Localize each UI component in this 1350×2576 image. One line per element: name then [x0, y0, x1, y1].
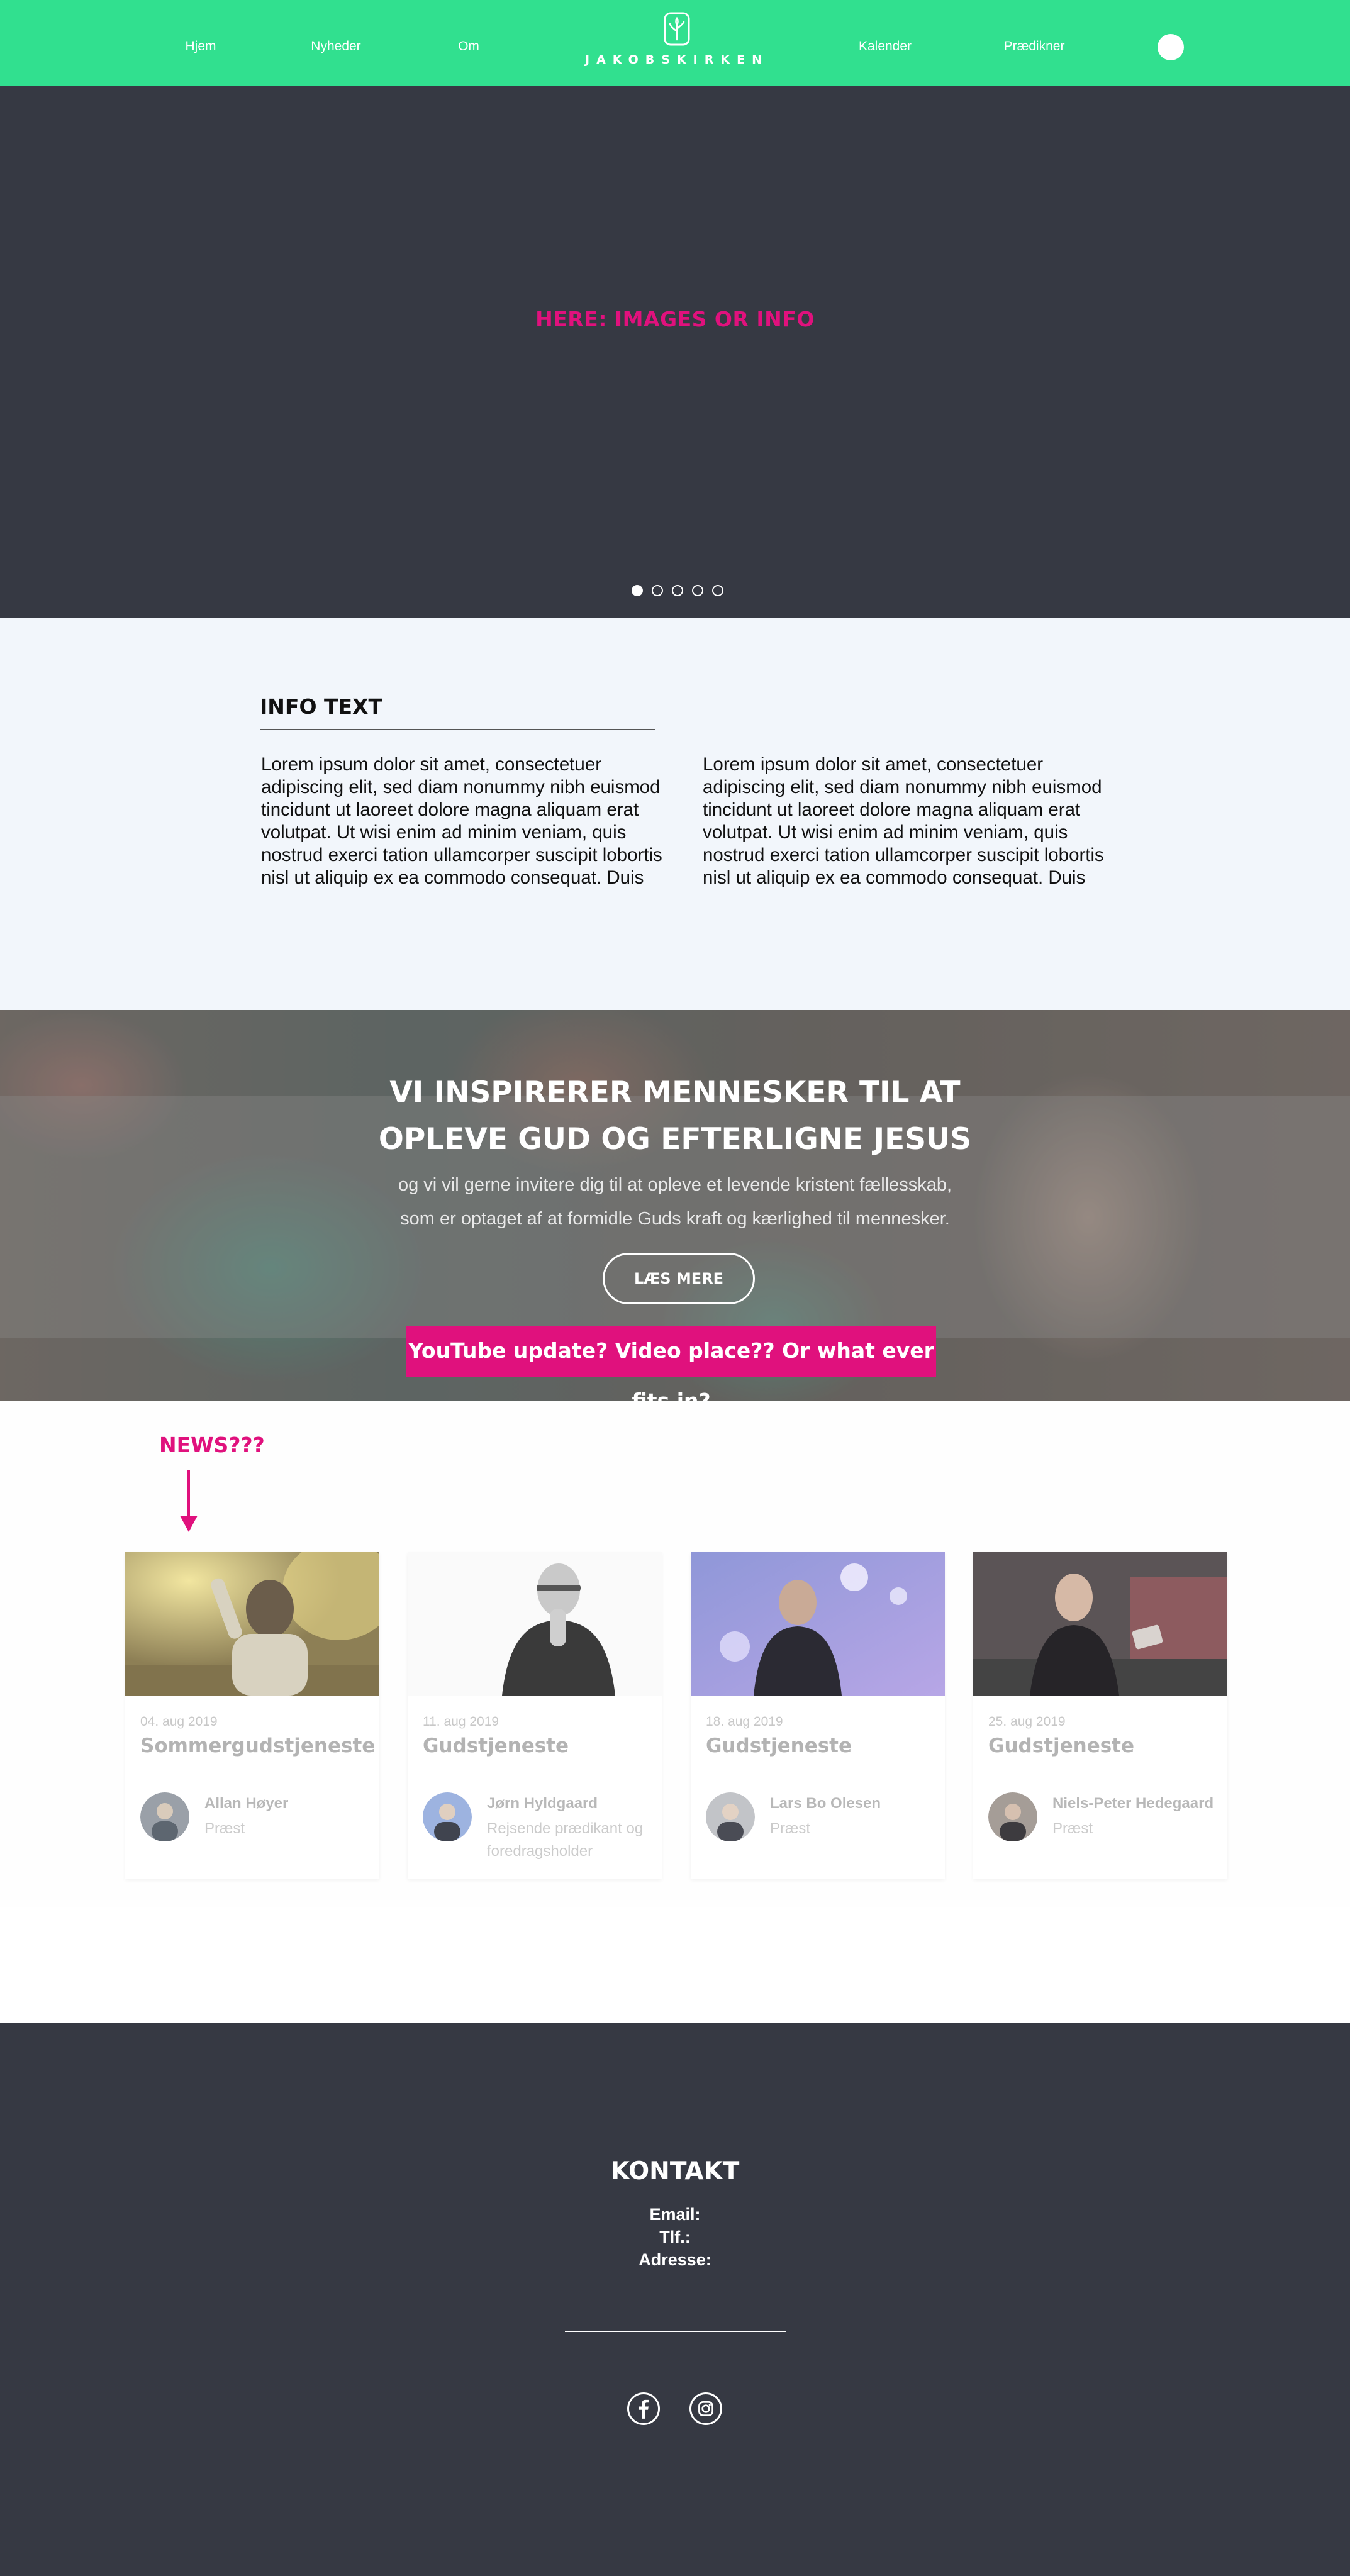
avatar [140, 1792, 189, 1841]
info-title: INFO TEXT [260, 694, 382, 719]
event-date: 11. aug 2019 [423, 1714, 499, 1729]
event-date: 25. aug 2019 [988, 1714, 1066, 1729]
news-section: NEWS??? 04. aug 2019 Sommergudstjeneste … [0, 1401, 1350, 1907]
speaker-role: Præst [204, 1820, 245, 1837]
speaker-name: Lars Bo Olesen [770, 1795, 881, 1812]
slider-dot[interactable] [652, 585, 663, 596]
event-image [691, 1552, 945, 1696]
hero-placeholder-text: HERE: IMAGES OR INFO [535, 307, 815, 331]
top-navigation: Hjem Nyheder Om JAKOBSKIRKEN Kalender Pr… [0, 0, 1350, 86]
slider-dot[interactable] [632, 585, 643, 596]
info-divider [260, 729, 655, 730]
event-title[interactable]: Gudstjeneste [988, 1735, 1134, 1757]
church-logo-icon[interactable] [663, 11, 691, 47]
event-title[interactable]: Sommergudstjeneste [140, 1735, 375, 1757]
slider-dot[interactable] [672, 585, 683, 596]
event-card[interactable]: 11. aug 2019 Gudstjeneste Jørn Hyldgaard… [408, 1552, 662, 1879]
phone-label: Tlf.: [659, 2228, 691, 2246]
slider-dot[interactable] [692, 585, 703, 596]
read-more-button[interactable]: LÆS MERE [603, 1253, 755, 1304]
logo-text[interactable]: JAKOBSKIRKEN [585, 53, 769, 67]
event-date: 04. aug 2019 [140, 1714, 218, 1729]
event-card[interactable]: 04. aug 2019 Sommergudstjeneste Allan Hø… [125, 1552, 379, 1879]
banner-heading-line-2: OPLEVE GUD OG EFTERLIGNE JESUS [378, 1122, 972, 1157]
hero-slider: HERE: IMAGES OR INFO [0, 86, 1350, 618]
footer: KONTAKT Email: Tlf.: Adresse: [0, 2023, 1350, 2576]
speaker-role: Præst [1052, 1820, 1093, 1837]
speaker-name: Niels-Peter Hedegaard [1052, 1795, 1214, 1812]
speaker-role: Rejsende prædikant og foredragsholder [487, 1820, 644, 1860]
speaker-role: Præst [770, 1820, 811, 1837]
nav-link-kalender[interactable]: Kalender [859, 39, 912, 54]
avatar [423, 1792, 472, 1841]
speaker-name: Allan Høyer [204, 1795, 289, 1812]
banner-heading-line-1: VI INSPIRERER MENNESKER TIL AT [389, 1075, 961, 1110]
event-card[interactable]: 25. aug 2019 Gudstjeneste Niels-Peter He… [973, 1552, 1227, 1879]
event-image [125, 1552, 379, 1696]
email-label: Email: [649, 2205, 701, 2224]
arrow-down-icon [180, 1470, 198, 1532]
info-text-column-2: Lorem ipsum dolor sit amet, consectetuer… [703, 754, 1104, 888]
event-image [973, 1552, 1227, 1696]
event-image [408, 1552, 662, 1696]
slider-dots [632, 585, 723, 596]
info-section: INFO TEXT Lorem ipsum dolor sit amet, co… [0, 618, 1350, 1010]
event-card[interactable]: 18. aug 2019 Gudstjeneste Lars Bo Olesen… [691, 1552, 945, 1879]
avatar [988, 1792, 1037, 1841]
nav-link-nyheder[interactable]: Nyheder [311, 39, 360, 54]
footer-divider [565, 2331, 786, 2332]
event-title[interactable]: Gudstjeneste [706, 1735, 852, 1757]
event-title[interactable]: Gudstjeneste [423, 1735, 569, 1757]
address-label: Adresse: [639, 2250, 711, 2269]
mission-banner: VI INSPIRERER MENNESKER TIL AT OPLEVE GU… [0, 1010, 1350, 1401]
youtube-placeholder-bar: YouTube update? Video place?? Or what ev… [406, 1326, 936, 1401]
nav-link-hjem[interactable]: Hjem [185, 39, 216, 54]
facebook-icon[interactable] [627, 2392, 660, 2425]
nav-link-praedikner[interactable]: Prædikner [1004, 39, 1065, 54]
avatar [706, 1792, 755, 1841]
news-label: NEWS??? [159, 1433, 265, 1457]
instagram-icon[interactable] [689, 2392, 722, 2425]
info-text-column-1: Lorem ipsum dolor sit amet, consectetuer… [261, 754, 662, 888]
contact-title: KONTAKT [610, 2157, 740, 2185]
event-date: 18. aug 2019 [706, 1714, 783, 1729]
menu-circle-button[interactable] [1158, 34, 1184, 60]
banner-text-line-2: som er optaget af at formidle Guds kraft… [400, 1209, 950, 1229]
nav-link-om[interactable]: Om [458, 39, 479, 54]
slider-dot[interactable] [712, 585, 723, 596]
banner-text-line-1: og vi vil gerne invitere dig til at ople… [398, 1175, 952, 1195]
speaker-name: Jørn Hyldgaard [487, 1795, 598, 1812]
